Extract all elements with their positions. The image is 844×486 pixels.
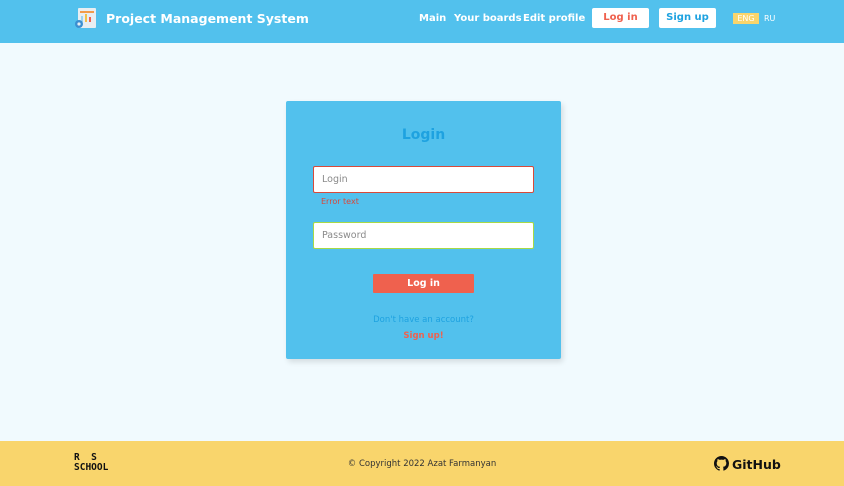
login-card: Login Error text Log in Don't have an ac… bbox=[286, 101, 561, 359]
signup-link[interactable]: Sign up! bbox=[286, 330, 561, 342]
github-link[interactable]: GitHub bbox=[714, 455, 781, 475]
no-account-text: Don't have an account? bbox=[373, 315, 474, 325]
login-title: Login bbox=[401, 127, 446, 143]
lang-eng-toggle[interactable]: ENG bbox=[733, 13, 759, 24]
header: Project Management System Main Your boar… bbox=[0, 0, 844, 43]
login-input[interactable] bbox=[313, 166, 534, 193]
lang-ru-toggle[interactable]: RU bbox=[764, 13, 775, 24]
app-logo-icon[interactable] bbox=[74, 6, 98, 30]
login-submit-button[interactable]: Log in bbox=[373, 274, 474, 293]
nav-your-boards[interactable]: Your boards bbox=[454, 12, 522, 26]
app-title[interactable]: Project Management System bbox=[106, 10, 309, 28]
github-icon bbox=[714, 455, 729, 475]
footer: R S SCHOOL © Copyright 2022 Azat Farmany… bbox=[0, 441, 844, 486]
header-signup-button[interactable]: Sign up bbox=[659, 8, 716, 28]
login-error-text: Error text bbox=[321, 197, 359, 206]
password-input[interactable] bbox=[313, 222, 534, 249]
nav-main[interactable]: Main bbox=[419, 12, 446, 26]
github-label: GitHub bbox=[732, 457, 781, 472]
nav-edit-profile[interactable]: Edit profile bbox=[523, 12, 585, 26]
header-login-button[interactable]: Log in bbox=[592, 8, 649, 28]
